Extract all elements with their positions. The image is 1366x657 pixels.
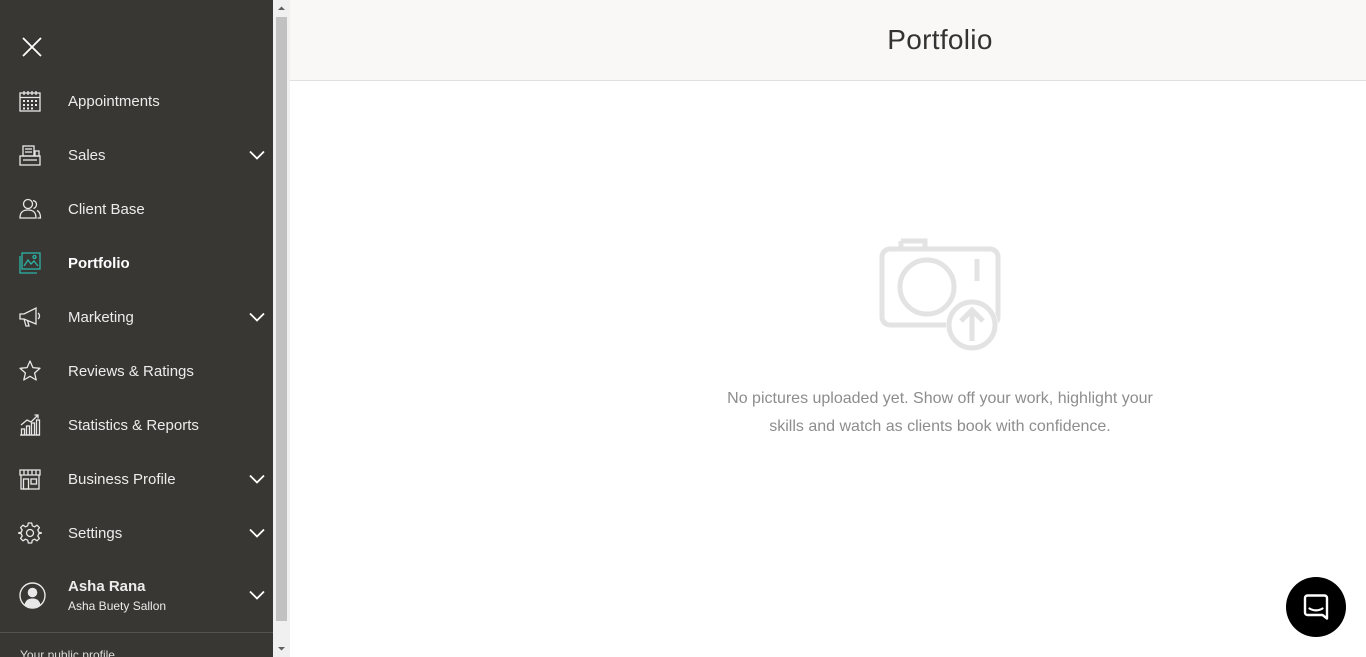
chat-launcher-button[interactable] bbox=[1286, 577, 1346, 637]
scroll-up-arrow-icon[interactable] bbox=[273, 0, 290, 17]
close-icon bbox=[22, 37, 42, 57]
sidebar: Appointments Sales Client Base Portfolio… bbox=[0, 0, 273, 657]
salon-name: Asha Buety Sallon bbox=[68, 599, 167, 613]
user-menu[interactable]: Asha Rana Asha Buety Sallon bbox=[0, 568, 273, 624]
sidebar-item-portfolio[interactable]: Portfolio bbox=[0, 236, 273, 290]
empty-state-line: skills and watch as clients book with co… bbox=[769, 418, 1111, 435]
storefront-icon bbox=[19, 469, 41, 490]
scroll-thumb[interactable] bbox=[276, 17, 287, 621]
star-icon bbox=[19, 360, 41, 381]
sidebar-item-settings[interactable]: Settings bbox=[0, 506, 273, 560]
user-name: Asha Rana bbox=[68, 578, 146, 595]
page-header: Portfolio bbox=[290, 0, 1366, 81]
user-avatar-icon bbox=[19, 582, 46, 609]
sidebar-nav: Appointments Sales Client Base Portfolio… bbox=[0, 74, 273, 560]
sidebar-item-label: Sales bbox=[68, 146, 106, 164]
sidebar-item-business-profile[interactable]: Business Profile bbox=[0, 452, 273, 506]
portfolio-empty-state: No pictures uploaded yet. Show off your … bbox=[290, 81, 1366, 657]
close-menu-button[interactable] bbox=[20, 35, 44, 59]
chat-bubble-icon bbox=[1303, 594, 1329, 620]
sidebar-item-appointments[interactable]: Appointments bbox=[0, 74, 273, 128]
chart-icon bbox=[20, 414, 41, 436]
sidebar-scrollbar[interactable] bbox=[273, 0, 290, 657]
public-profile-link[interactable]: Your public profile bbox=[20, 648, 115, 657]
gear-icon bbox=[18, 522, 42, 544]
sidebar-item-label: Settings bbox=[68, 524, 123, 542]
sidebar-item-label: Statistics & Reports bbox=[68, 416, 199, 434]
chevron-down-icon[interactable] bbox=[248, 146, 266, 164]
cash-register-icon bbox=[19, 145, 41, 166]
empty-state-line: No pictures uploaded yet. Show off your … bbox=[727, 390, 1153, 407]
sidebar-item-label: Marketing bbox=[68, 308, 134, 326]
sidebar-item-label: Reviews & Ratings bbox=[68, 362, 194, 380]
sidebar-item-statistics[interactable]: Statistics & Reports bbox=[0, 398, 273, 452]
sidebar-item-label: Client Base bbox=[68, 200, 145, 218]
page-title: Portfolio bbox=[887, 24, 993, 55]
sidebar-item-reviews[interactable]: Reviews & Ratings bbox=[0, 344, 273, 398]
camera-upload-icon bbox=[879, 238, 1001, 351]
chevron-down-icon[interactable] bbox=[248, 586, 266, 604]
chevron-down-icon[interactable] bbox=[248, 308, 266, 326]
sidebar-item-marketing[interactable]: Marketing bbox=[0, 290, 273, 344]
sidebar-divider bbox=[0, 632, 273, 633]
scroll-down-arrow-icon[interactable] bbox=[273, 640, 290, 657]
calendar-icon bbox=[19, 91, 41, 112]
sidebar-item-label: Portfolio bbox=[68, 254, 130, 272]
sidebar-item-label: Business Profile bbox=[68, 470, 176, 488]
sidebar-item-label: Appointments bbox=[68, 92, 160, 110]
sidebar-item-client-base[interactable]: Client Base bbox=[0, 182, 273, 236]
sidebar-item-sales[interactable]: Sales bbox=[0, 128, 273, 182]
empty-state-message: No pictures uploaded yet. Show off your … bbox=[640, 385, 1240, 441]
clients-icon bbox=[19, 198, 42, 219]
chevron-down-icon[interactable] bbox=[248, 524, 266, 542]
megaphone-icon bbox=[19, 306, 41, 327]
chevron-down-icon[interactable] bbox=[248, 470, 266, 488]
portfolio-icon bbox=[19, 252, 41, 274]
